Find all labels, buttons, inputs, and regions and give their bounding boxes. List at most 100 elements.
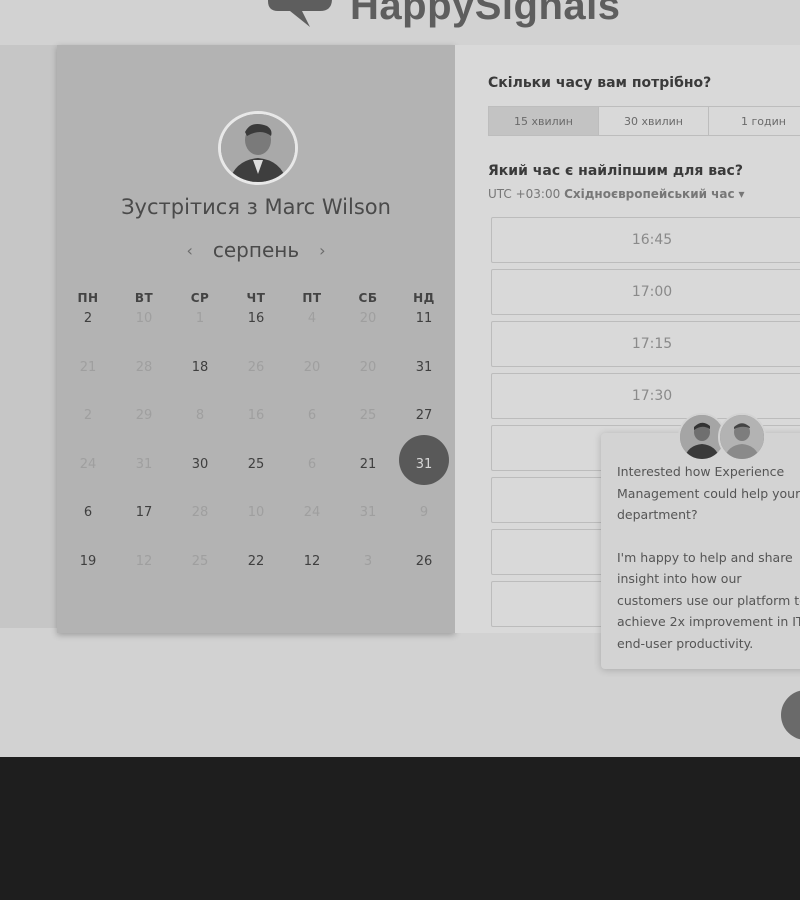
day-number: 24 xyxy=(79,456,97,472)
day-number: 1 xyxy=(195,311,205,326)
calendar-day[interactable]: 30 xyxy=(172,454,228,476)
calendar-day: 3 xyxy=(340,551,396,573)
day-number: 6 xyxy=(307,456,317,472)
calendar-day: 9 xyxy=(396,502,452,524)
brand-logo: HappySignals xyxy=(262,0,621,32)
chat-launcher-button[interactable] xyxy=(781,690,800,740)
day-number: 31 xyxy=(135,456,153,472)
meeting-title: Зустрітися з Marc Wilson xyxy=(121,195,391,219)
host-avatar xyxy=(218,111,298,185)
calendar-day[interactable]: 17 xyxy=(116,502,172,524)
day-number: 20 xyxy=(303,359,321,375)
calendar-day[interactable]: 21 xyxy=(340,454,396,476)
calendar-day: 12 xyxy=(116,551,172,573)
day-number: 26 xyxy=(415,553,433,569)
month-navigation: ‹ серпень › xyxy=(57,238,455,262)
time-slot-button[interactable]: 17:00 xyxy=(491,269,800,315)
next-month-icon[interactable]: › xyxy=(319,241,325,260)
weekday-label: ВТ xyxy=(134,291,154,305)
agent-avatar xyxy=(718,413,766,461)
calendar-day[interactable]: 18 xyxy=(172,357,228,379)
calendar-day: 10 xyxy=(116,308,172,330)
time-slot-button[interactable]: 17:15 xyxy=(491,321,800,367)
chat-paragraph: I'm happy to help and share insight into… xyxy=(617,549,800,651)
calendar-day: 31 xyxy=(116,454,172,476)
calendar-day[interactable]: 12 xyxy=(284,551,340,573)
day-number: 10 xyxy=(247,505,265,520)
calendar-panel: Зустрітися з Marc Wilson ‹ серпень › ПН В… xyxy=(57,45,455,633)
chat-popup: Interested how Experience Management cou… xyxy=(601,433,800,669)
calendar-day: 2 xyxy=(60,405,116,427)
calendar-day: 25 xyxy=(340,405,396,427)
day-number: 8 xyxy=(195,408,205,423)
calendar-day-selected[interactable]: 31 xyxy=(396,434,452,485)
day-number: 20 xyxy=(359,311,377,326)
left-strip xyxy=(0,45,57,628)
calendar-day: 29 xyxy=(116,405,172,427)
day-number: 12 xyxy=(135,553,153,569)
calendar-day[interactable]: 19 xyxy=(60,551,116,573)
day-number: 2 xyxy=(83,408,93,423)
month-label: серпень xyxy=(212,238,300,262)
day-number: 29 xyxy=(135,408,153,423)
calendar-day: 20 xyxy=(340,308,396,330)
time-slot-button[interactable]: 17:30 xyxy=(491,373,800,419)
day-number: 28 xyxy=(135,359,153,375)
calendar-day[interactable]: 6 xyxy=(60,502,116,524)
page: HappySignals Зустрітися з Marc Wilson ‹ … xyxy=(0,0,800,757)
duration-selector: 15 хвилин 30 хвилин 1 годин xyxy=(488,106,800,136)
brand-name: HappySignals xyxy=(350,0,621,28)
day-number: 26 xyxy=(247,359,265,375)
person-icon xyxy=(720,415,764,459)
day-number: 20 xyxy=(359,359,377,375)
timezone-selector[interactable]: UTC +03:00 Східноєвропейський час ▾ xyxy=(488,187,745,201)
weekday-label: СБ xyxy=(358,291,378,305)
footer-band xyxy=(0,757,800,900)
duration-option[interactable]: 1 годин xyxy=(709,107,800,135)
calendar-grid: 2 10 1 16 4 20 11 21 28 18 26 20 20 31 2 29 8 16 6 25 27 24 31… xyxy=(60,308,452,599)
calendar-day: 31 xyxy=(340,502,396,524)
day-number: 11 xyxy=(415,311,433,326)
day-number: 31 xyxy=(359,505,377,520)
calendar-day[interactable]: 31 xyxy=(396,357,452,379)
calendar-day: 28 xyxy=(172,502,228,524)
day-number: 28 xyxy=(191,505,209,520)
day-number: 10 xyxy=(135,311,153,326)
calendar-day[interactable]: 26 xyxy=(396,551,452,573)
calendar-day[interactable]: 2 xyxy=(60,308,116,330)
day-number: 18 xyxy=(191,359,209,375)
calendar-day: 25 xyxy=(172,551,228,573)
calendar-day: 4 xyxy=(284,308,340,330)
calendar-day: 6 xyxy=(284,405,340,427)
duration-option[interactable]: 15 хвилин xyxy=(489,107,599,135)
day-number: 2 xyxy=(83,311,93,326)
calendar-day: 24 xyxy=(284,502,340,524)
calendar-day[interactable]: 22 xyxy=(228,551,284,573)
day-number: 17 xyxy=(135,505,153,520)
day-number: 25 xyxy=(359,408,377,423)
day-number: 31 xyxy=(415,359,433,375)
chat-message: Interested how Experience Management cou… xyxy=(617,461,800,654)
calendar-day: 16 xyxy=(228,405,284,427)
calendar-day[interactable]: 27 xyxy=(396,405,452,427)
day-number: 19 xyxy=(79,553,97,569)
day-number: 30 xyxy=(191,456,209,472)
duration-option[interactable]: 30 хвилин xyxy=(599,107,709,135)
calendar-day: 1 xyxy=(172,308,228,330)
timezone-name: Східноєвропейський час xyxy=(564,187,735,201)
time-question: Який час є найліпшим для вас? xyxy=(488,163,743,179)
weekday-label: ЧТ xyxy=(246,291,266,305)
calendar-day[interactable]: 16 xyxy=(228,308,284,330)
calendar-day: 20 xyxy=(340,357,396,379)
day-number: 3 xyxy=(363,553,373,569)
weekday-label: ПТ xyxy=(302,291,322,305)
time-slot-button[interactable]: 16:45 xyxy=(491,217,800,263)
calendar-day[interactable]: 11 xyxy=(396,308,452,330)
duration-question: Скільки часу вам потрібно? xyxy=(488,75,712,91)
weekday-label: НД xyxy=(413,291,435,305)
day-number: 4 xyxy=(307,311,317,326)
calendar-day[interactable]: 25 xyxy=(228,454,284,476)
day-number: 25 xyxy=(191,553,209,569)
calendar-day: 20 xyxy=(284,357,340,379)
prev-month-icon[interactable]: ‹ xyxy=(186,241,192,260)
